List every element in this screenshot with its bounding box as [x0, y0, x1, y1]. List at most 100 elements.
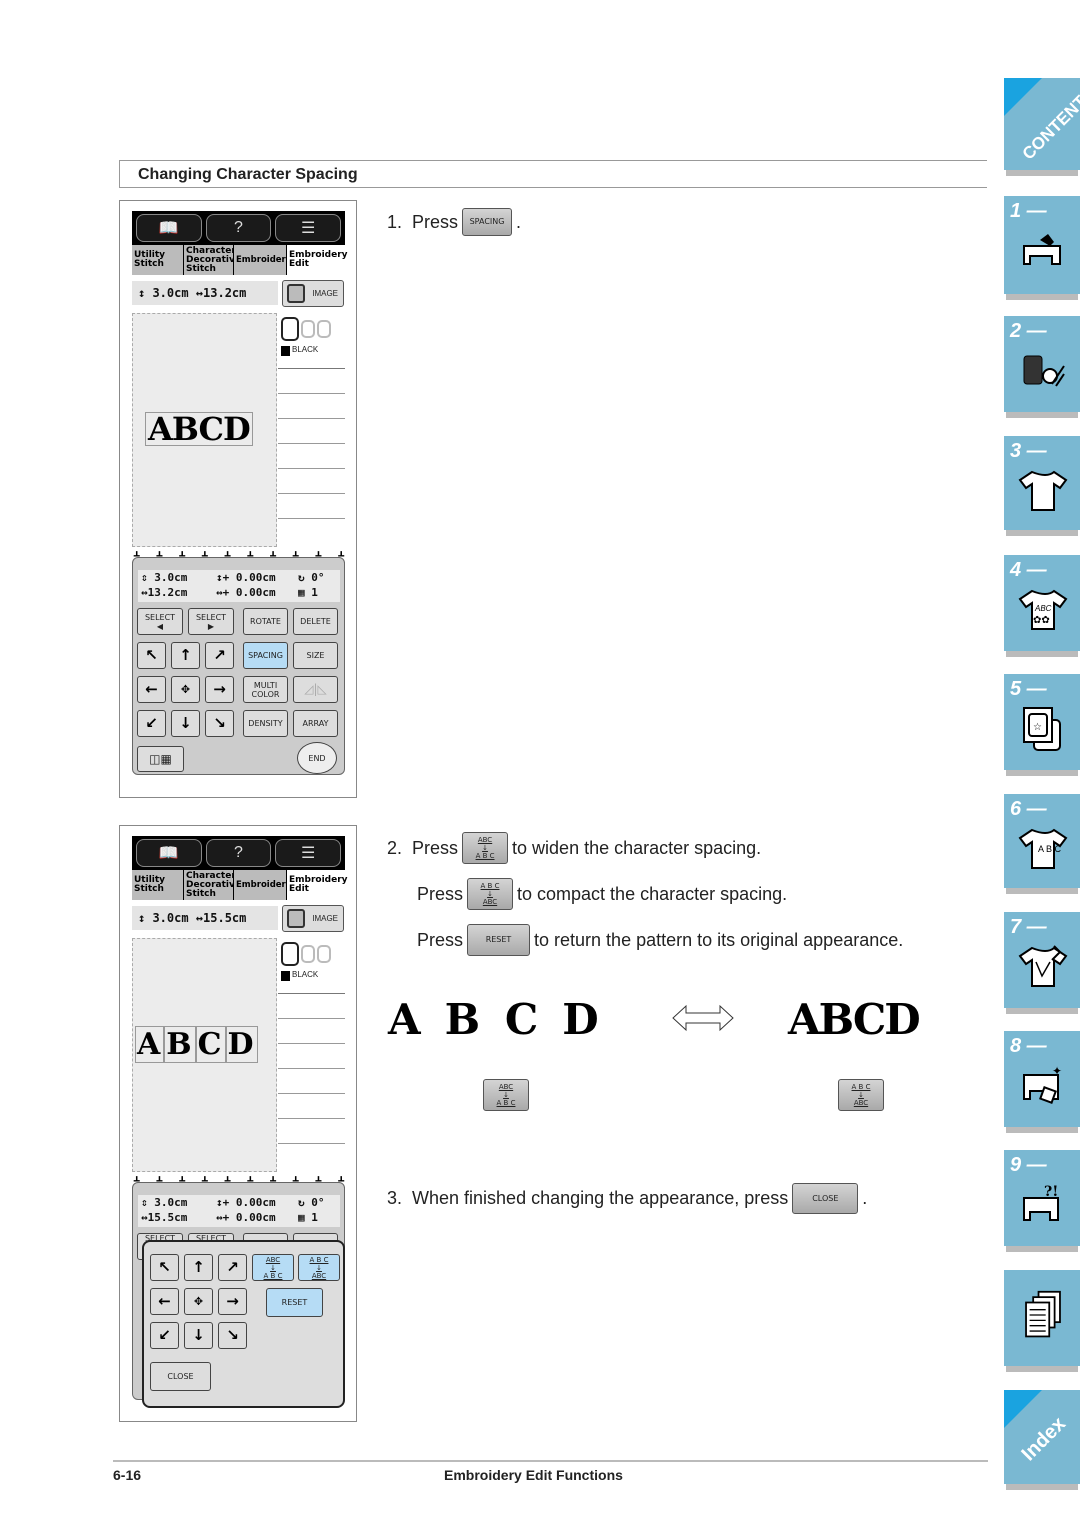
tab-character-decorative-stitch[interactable]: Character Decorative Stitch: [184, 245, 241, 275]
tab-utility-stitch[interactable]: Utility Stitch: [132, 870, 184, 900]
tab-embroidery-edit[interactable]: Embroidery Edit: [287, 245, 348, 275]
chapter-5-tab[interactable]: 5 — ☆: [1004, 674, 1080, 770]
multi-color-button[interactable]: MULTI COLOR: [243, 676, 288, 703]
chapter-6-tab[interactable]: 6 — A B C: [1004, 794, 1080, 888]
large-hoop-icon[interactable]: [281, 317, 299, 341]
width-value: ↔13.2cm: [141, 586, 188, 599]
small-hoop-icon[interactable]: [317, 320, 331, 338]
move-up-right-icon[interactable]: ↗: [205, 642, 234, 669]
color-slot: [278, 1019, 345, 1044]
color-slot: [278, 369, 345, 394]
pattern-info: ⇕ 3.0cm ↔15.5cm ↕+ 0.00cm ↔+ 0.00cm ↻ 0°…: [138, 1195, 340, 1227]
settings-page-icon[interactable]: ☰: [275, 839, 342, 867]
compact-spacing-key-icon: A B C ↓ ABC: [838, 1079, 884, 1111]
thread-color-row[interactable]: BLACK: [278, 345, 345, 369]
pin-icon: ᚆ: [293, 1175, 299, 1187]
width-value: ↔15.5cm: [141, 1211, 188, 1224]
color-slot: [278, 394, 345, 419]
medium-hoop-icon[interactable]: [301, 945, 315, 963]
pin-icon: ᚆ: [134, 550, 140, 562]
step-2-widen: 2. Press ABC ↓ A B C to widen the characte…: [387, 832, 761, 864]
pin-icon: ᚆ: [224, 550, 231, 562]
pattern-info: ⇕ 3.0cm ↔13.2cm ↕+ 0.00cm ↔+ 0.00cm ↻ 0°…: [138, 570, 340, 602]
move-up-icon[interactable]: ↑: [184, 1254, 213, 1281]
move-up-left-icon[interactable]: ↖: [137, 642, 166, 669]
settings-page-icon[interactable]: ☰: [275, 214, 342, 242]
medium-hoop-icon[interactable]: [301, 320, 315, 338]
tab-corner: [1004, 78, 1042, 116]
index-tab[interactable]: Index: [1004, 1390, 1080, 1484]
move-down-left-icon[interactable]: ↙: [137, 710, 166, 737]
step-2-compact: Press A B C ↓ ABC to compact the character…: [417, 878, 787, 910]
move-right-icon[interactable]: →: [218, 1288, 247, 1315]
thread-spool-scissors-icon: [1023, 355, 1065, 387]
move-up-icon[interactable]: ↑: [171, 642, 200, 669]
contents-tab[interactable]: CONTENTS: [1004, 78, 1080, 170]
reset-button[interactable]: RESET: [266, 1288, 323, 1317]
image-button[interactable]: IMAGE: [282, 280, 344, 307]
sewing-machine-hand-icon: [1023, 234, 1061, 265]
chapter-7-tab[interactable]: 7 —: [1004, 912, 1080, 1008]
move-down-right-icon[interactable]: ↘: [218, 1322, 247, 1349]
tab-embroidery-edit[interactable]: Embroidery Edit: [287, 870, 348, 900]
mirror-image-icon[interactable]: ◿|◺: [293, 676, 338, 703]
appendix-tab[interactable]: [1004, 1270, 1080, 1366]
close-button[interactable]: CLOSE: [150, 1362, 211, 1391]
tab-character-decorative-stitch[interactable]: Character Decorative Stitch: [184, 870, 241, 900]
wide-spacing-example: ABCD: [388, 995, 623, 1044]
v-offset-value: ↕+ 0.00cm: [216, 1196, 276, 1209]
tab-corner: [1004, 1390, 1042, 1428]
step-1: 1. Press SPACING.: [387, 208, 521, 236]
rotate-button[interactable]: ROTATE: [243, 608, 288, 635]
image-button[interactable]: IMAGE: [282, 905, 344, 932]
pattern-letter: D: [225, 1026, 258, 1063]
tab-embroidery[interactable]: Embroidery: [234, 870, 291, 900]
tab-embroidery[interactable]: Embroidery: [234, 245, 291, 275]
move-down-left-icon[interactable]: ↙: [150, 1322, 179, 1349]
chapter-4-tab[interactable]: 4 — ABC ✿✿: [1004, 555, 1080, 651]
tab-utility-stitch[interactable]: Utility Stitch: [132, 245, 184, 275]
move-left-icon[interactable]: ←: [150, 1288, 179, 1315]
spacing-key-icon: SPACING: [462, 208, 513, 236]
machine-help-icon[interactable]: ?: [205, 214, 272, 242]
h-offset-value: ↔+ 0.00cm: [216, 1211, 276, 1224]
delete-button[interactable]: DELETE: [293, 608, 338, 635]
chapter-9-tab[interactable]: 9 — ?!: [1004, 1150, 1080, 1246]
machine-help-icon[interactable]: ?: [205, 839, 272, 867]
widen-spacing-button[interactable]: ABC ↓ A B C: [252, 1254, 294, 1281]
hoop-image-icon: [287, 909, 305, 928]
pin-icon: ᚆ: [202, 1175, 208, 1187]
move-right-icon[interactable]: →: [205, 676, 234, 703]
small-hoop-icon[interactable]: [317, 945, 331, 963]
size-button[interactable]: SIZE: [293, 642, 338, 669]
chapter-3-tab[interactable]: 3 —: [1004, 436, 1080, 530]
color-slot: [278, 1144, 345, 1169]
chapter-1-tab[interactable]: 1 —: [1004, 196, 1080, 294]
end-button[interactable]: END: [297, 742, 337, 774]
select-previous-button[interactable]: SELECT ◀: [137, 608, 183, 635]
large-hoop-icon[interactable]: [281, 942, 299, 966]
array-button[interactable]: ARRAY: [293, 710, 338, 737]
move-up-left-icon[interactable]: ↖: [150, 1254, 179, 1281]
center-icon[interactable]: ✥: [171, 676, 200, 703]
move-down-right-icon[interactable]: ↘: [205, 710, 234, 737]
footer-divider: [113, 1460, 988, 1462]
compact-spacing-button[interactable]: A B C ↓ ABC: [298, 1254, 340, 1281]
book-help-icon[interactable]: 📖: [136, 839, 202, 867]
book-help-icon[interactable]: 📖: [136, 214, 202, 242]
chapter-2-tab[interactable]: 2 —: [1004, 316, 1080, 412]
pattern-canvas: ABCD: [132, 938, 277, 1172]
layout-grid-icon[interactable]: ◫▦: [137, 746, 184, 772]
documents-icon: [1025, 1290, 1061, 1338]
move-left-icon[interactable]: ←: [137, 676, 166, 703]
pattern-letter: A: [135, 1026, 165, 1063]
move-down-icon[interactable]: ↓: [171, 710, 200, 737]
center-icon[interactable]: ✥: [184, 1288, 213, 1315]
chapter-8-tab[interactable]: 8 — ✦: [1004, 1031, 1080, 1127]
density-button[interactable]: DENSITY: [243, 710, 288, 737]
spacing-button[interactable]: SPACING: [243, 642, 288, 669]
move-up-right-icon[interactable]: ↗: [218, 1254, 247, 1281]
move-down-icon[interactable]: ↓: [184, 1322, 213, 1349]
thread-color-row[interactable]: BLACK: [278, 970, 345, 994]
select-next-button[interactable]: SELECT ▶: [188, 608, 234, 635]
